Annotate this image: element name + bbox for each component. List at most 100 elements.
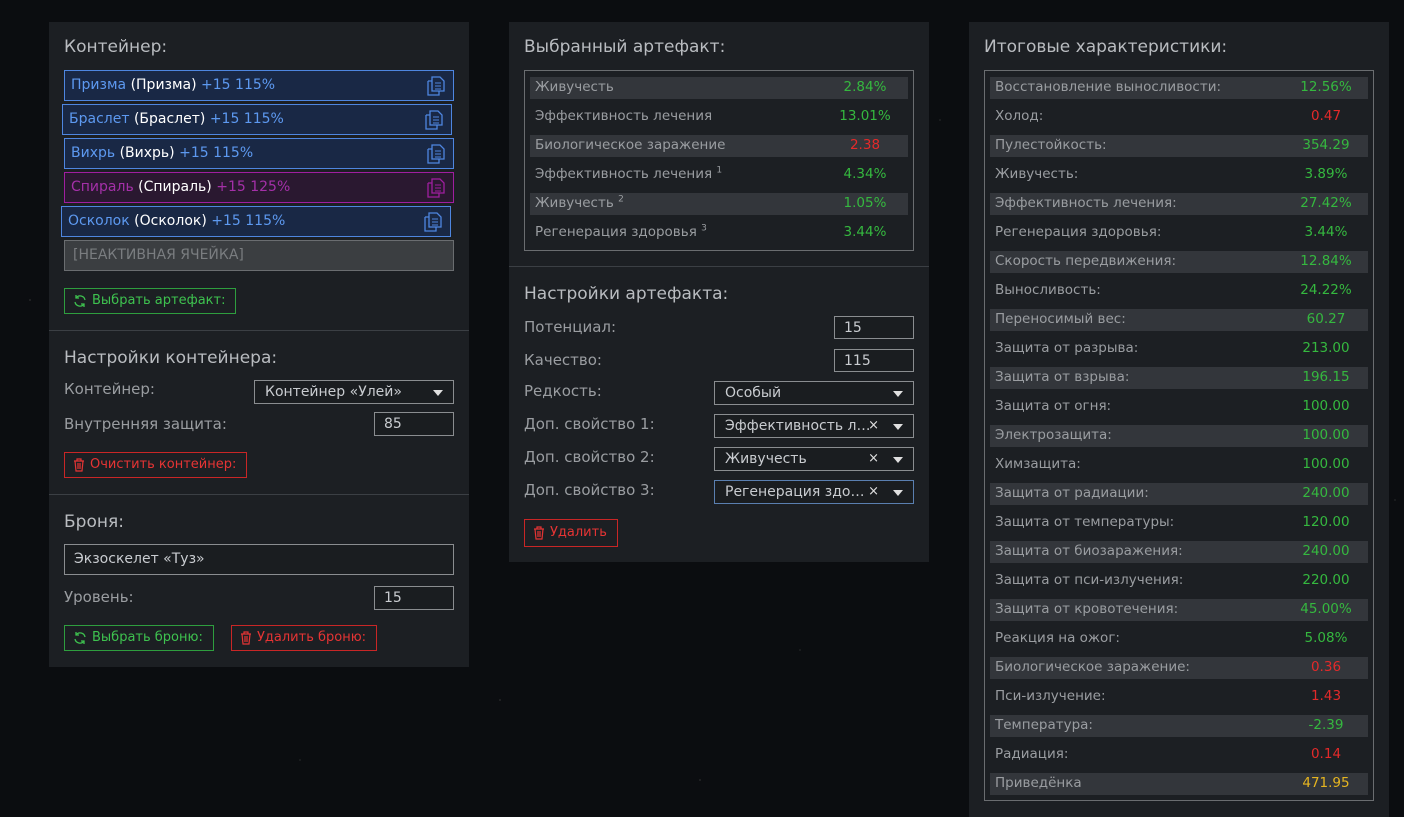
clear-icon[interactable]: ×	[868, 448, 879, 470]
stat-name: Эффективность лечения 1	[535, 165, 723, 182]
armor-input[interactable]: Экзоскелет «Туз»	[64, 544, 454, 575]
stat-row: Выносливость: 24.22%	[990, 277, 1368, 306]
slot-name: Вихрь	[71, 145, 116, 161]
artefact-slot[interactable]: Браслет (Браслет) +15 115%	[62, 104, 452, 135]
stat-name: Живучесть:	[995, 166, 1079, 182]
slot-name: Призма	[71, 77, 127, 93]
stat-name: Эффективность лечения:	[995, 195, 1177, 211]
extra1-select[interactable]: Эффективность лечения ×	[714, 414, 914, 438]
stat-row: Защита от температуры: 120.00	[990, 509, 1368, 538]
stat-value: 12.84%	[1300, 253, 1352, 269]
container-settings-title: Настройки контейнера:	[64, 348, 278, 368]
refresh-icon	[74, 295, 86, 307]
stat-name: Химзащита:	[995, 456, 1081, 472]
stat-row: Биологическое заражение: 0.36	[990, 654, 1368, 683]
stat-value: 2.38	[849, 137, 881, 153]
stat-value: 213.00	[1302, 340, 1350, 356]
stat-value: 196.15	[1302, 369, 1350, 385]
stat-value: 3.89%	[1304, 166, 1348, 182]
stat-name: Выносливость:	[995, 282, 1101, 298]
container-select[interactable]: Контейнер «Улей»	[254, 380, 454, 404]
stat-row: Защита от радиации: 240.00	[990, 480, 1368, 509]
container-title: Контейнер:	[64, 37, 168, 57]
stat-row: Защита от огня: 100.00	[990, 393, 1368, 422]
inactive-slot[interactable]: [НЕАКТИВНАЯ ЯЧЕЙКА]	[64, 240, 454, 271]
slot-name: Спираль	[71, 179, 134, 195]
stat-name: Скорость передвижения:	[995, 253, 1177, 269]
stat-value: 220.00	[1302, 572, 1350, 588]
inner-protection-label: Внутренняя защита:	[64, 415, 227, 433]
chevron-down-icon	[893, 391, 903, 397]
stat-value: 24.22%	[1300, 282, 1352, 298]
stat-row: Защита от биозаражения: 240.00	[990, 538, 1368, 567]
copy-icon[interactable]	[427, 76, 445, 96]
container-select-value: Контейнер «Улей»	[265, 384, 402, 400]
stat-row: Регенерация здоровья 3 3.44%	[530, 219, 908, 248]
level-label: Уровень:	[64, 588, 134, 606]
stat-name: Биологическое заражение:	[995, 659, 1190, 675]
inner-protection-input[interactable]: 85	[374, 412, 454, 436]
stat-row: Регенерация здоровья: 3.44%	[990, 219, 1368, 248]
extra3-select-value: Регенерация здоровья	[725, 484, 873, 500]
copy-icon[interactable]	[424, 212, 442, 232]
totals-panel: Итоговые характеристики: Восстановление …	[969, 22, 1389, 817]
trash-icon	[241, 631, 251, 645]
copy-icon[interactable]	[425, 110, 443, 130]
slot-level: +15 115%	[211, 213, 286, 229]
copy-icon[interactable]	[427, 144, 445, 164]
copy-icon[interactable]	[427, 178, 445, 198]
potential-input[interactable]: 15	[834, 316, 914, 339]
quality-input[interactable]: 115	[834, 349, 914, 372]
stat-value: 1.43	[1310, 688, 1342, 704]
stat-name: Живучесть 2	[535, 194, 624, 211]
stat-value: 3.44%	[843, 224, 887, 240]
level-input[interactable]: 15	[374, 586, 454, 610]
select-armor-button[interactable]: Выбрать броню:	[64, 625, 214, 651]
clear-icon[interactable]: ×	[868, 415, 879, 437]
stat-name: Переносимый вес:	[995, 311, 1126, 327]
stat-name: Приведёнка	[995, 775, 1082, 791]
delete-artefact-button[interactable]: Удалить	[524, 519, 618, 547]
stat-row: Химзащита: 100.00	[990, 451, 1368, 480]
stat-row: Восстановление выносливости: 12.56%	[990, 74, 1368, 103]
clear-icon[interactable]: ×	[868, 481, 879, 503]
stat-row: Электрозащита: 100.00	[990, 422, 1368, 451]
stat-row: Температура: -2.39	[990, 712, 1368, 741]
artefact-slot[interactable]: Вихрь (Вихрь) +15 115%	[64, 138, 454, 169]
artefact-slot[interactable]: Спираль (Спираль) +15 125%	[64, 172, 454, 203]
extra3-select[interactable]: Регенерация здоровья ×	[714, 480, 914, 504]
divider	[49, 330, 469, 331]
rarity-select[interactable]: Особый	[714, 381, 914, 405]
potential-label: Потенциал:	[524, 318, 617, 336]
clear-container-button[interactable]: Очистить контейнер:	[64, 452, 248, 478]
stat-value: 2.84%	[843, 79, 887, 95]
stat-row: Холод: 0.47	[990, 103, 1368, 132]
stat-name: Защита от температуры:	[995, 514, 1175, 530]
stat-value: 13.01%	[839, 108, 891, 124]
extra2-select[interactable]: Живучесть ×	[714, 447, 914, 471]
stat-footnote: 3	[701, 223, 707, 234]
artefact-slot[interactable]: Осколок (Осколок) +15 115%	[61, 206, 451, 237]
stat-name: Эффективность лечения	[535, 108, 713, 124]
stat-value: 0.14	[1310, 746, 1342, 762]
stat-row: Защита от разрыва: 213.00	[990, 335, 1368, 364]
stat-value: 100.00	[1302, 456, 1350, 472]
stat-value: 240.00	[1302, 543, 1350, 559]
delete-armor-button[interactable]: Удалить броню:	[231, 625, 378, 651]
stat-row: Защита от кровотечения: 45.00%	[990, 596, 1368, 625]
select-artefact-label: Выбрать артефакт:	[92, 293, 226, 308]
rarity-select-value: Особый	[725, 385, 782, 401]
artefact-slot[interactable]: Призма (Призма) +15 115%	[64, 70, 454, 101]
refresh-icon	[74, 632, 86, 644]
container-label: Контейнер:	[64, 380, 155, 398]
stat-row: Живучесть: 3.89%	[990, 161, 1368, 190]
slot-name: Осколок	[68, 213, 130, 229]
stat-value: 100.00	[1302, 427, 1350, 443]
stat-name: Пси-излучение:	[995, 688, 1106, 704]
select-artefact-button[interactable]: Выбрать артефакт:	[64, 288, 237, 314]
container-panel: Контейнер: Призма (Призма) +15 115% Брас…	[49, 22, 469, 667]
slot-name-secondary: (Призма)	[130, 77, 197, 93]
stat-value: 45.00%	[1300, 601, 1352, 617]
rarity-label: Редкость:	[524, 382, 602, 400]
stat-name: Радиация:	[995, 746, 1069, 762]
